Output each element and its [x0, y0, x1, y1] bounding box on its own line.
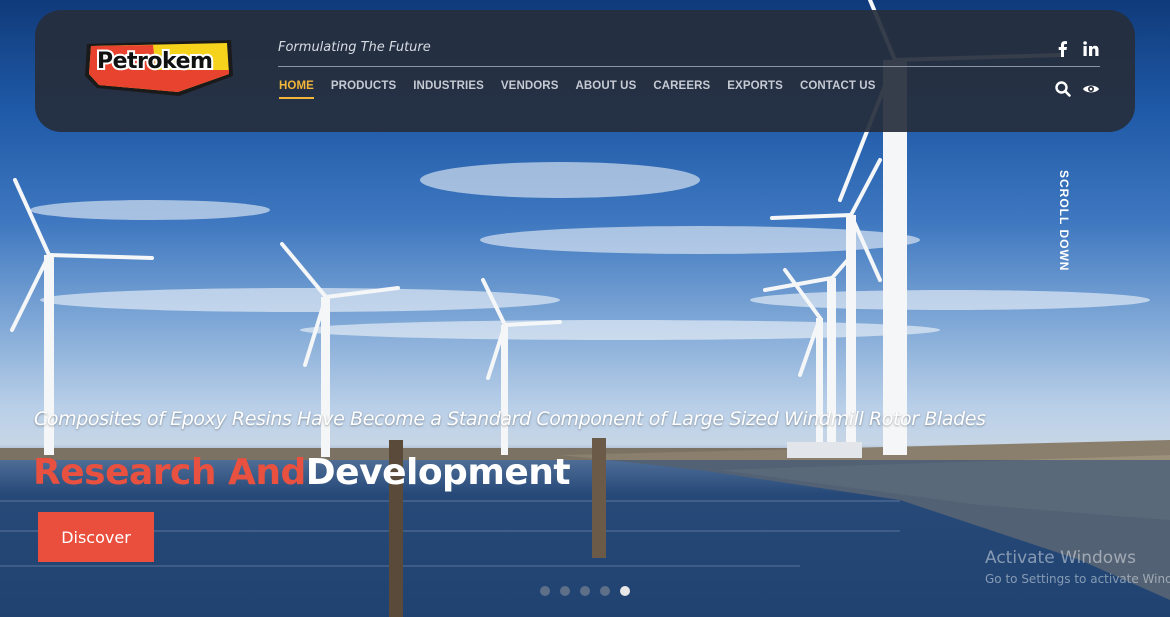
activate-windows-subtitle: Go to Settings to activate Windows.: [985, 572, 1170, 586]
slider-dot-4[interactable]: [600, 586, 610, 596]
facebook-icon[interactable]: [1054, 40, 1072, 58]
nav-item-vendors[interactable]: VENDORS: [501, 80, 559, 99]
nav-item-contact-us[interactable]: CONTACT US: [800, 80, 876, 99]
nav-item-careers[interactable]: CAREERS: [653, 80, 710, 99]
nav-item-exports[interactable]: EXPORTS: [727, 80, 783, 99]
slider-pager: [540, 586, 630, 596]
slider-dot-2[interactable]: [560, 586, 570, 596]
slide-subtitle: Composites of Epoxy Resins Have Become a…: [34, 408, 986, 430]
petrokem-logo[interactable]: Petrokem: [83, 36, 235, 102]
slide-title-highlight: Research And: [33, 452, 306, 493]
nav-item-home[interactable]: HOME: [279, 80, 314, 99]
logo-wordmark: Petrokem: [95, 47, 215, 76]
tagline: Formulating The Future: [278, 40, 431, 55]
eye-icon[interactable]: [1082, 80, 1100, 98]
linkedin-icon[interactable]: [1082, 40, 1100, 58]
discover-button[interactable]: Discover: [38, 512, 154, 562]
nav-item-products[interactable]: PRODUCTS: [331, 80, 396, 99]
nav-item-about-us[interactable]: ABOUT US: [575, 80, 636, 99]
header-divider: [278, 66, 1100, 67]
main-nav: HOME PRODUCTS INDUSTRIES VENDORS ABOUT U…: [279, 80, 875, 99]
slide-title-main: Development: [305, 452, 571, 493]
site-header: Petrokem Formulating The Future HOME PRO…: [35, 10, 1135, 132]
slider-dot-1[interactable]: [540, 586, 550, 596]
nav-item-industries[interactable]: INDUSTRIES: [413, 80, 484, 99]
slide-title: Research AndDevelopment: [33, 452, 571, 493]
search-icon[interactable]: [1054, 80, 1072, 98]
scroll-down-link[interactable]: SCROLL DOWN: [1057, 170, 1071, 271]
slider-dot-5[interactable]: [620, 586, 630, 596]
activate-windows-title: Activate Windows: [985, 548, 1136, 568]
slider-dot-3[interactable]: [580, 586, 590, 596]
